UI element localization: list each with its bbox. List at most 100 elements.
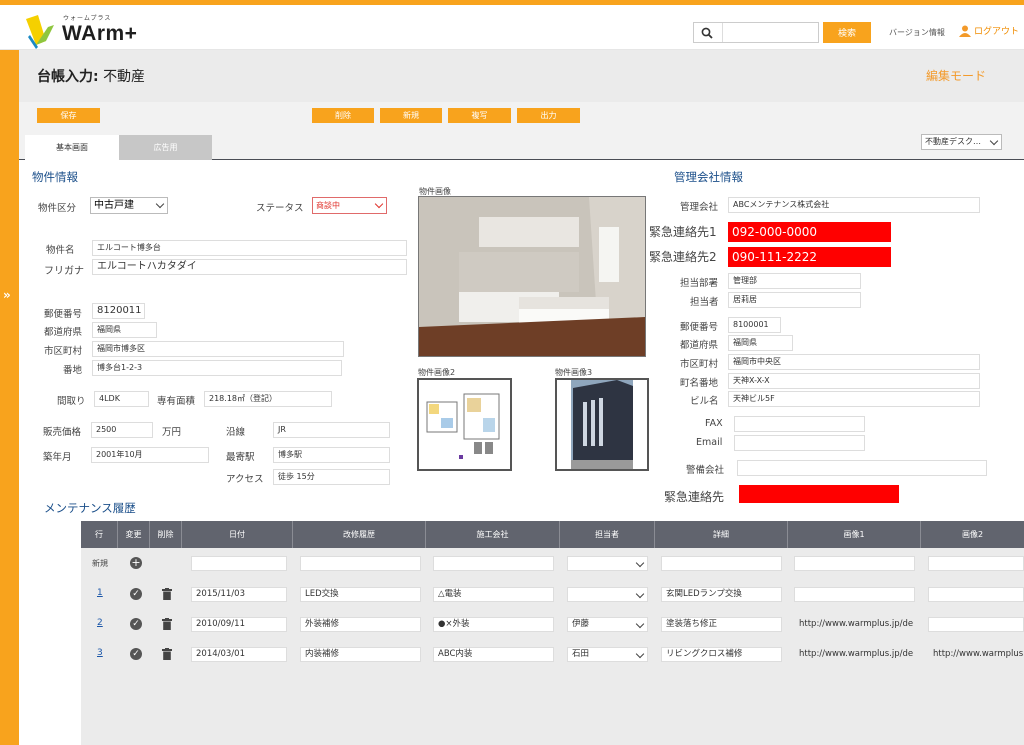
action-toolbar: 保存 削除 新規 複写 出力 xyxy=(19,102,1024,130)
row-person-select[interactable]: 石田 xyxy=(567,647,648,662)
madori-input[interactable]: 4LDK xyxy=(94,391,149,407)
emergency1-input[interactable]: 092-000-0000 xyxy=(728,222,891,242)
access-input[interactable]: 徒歩 15分 xyxy=(273,469,390,485)
check-icon[interactable]: ✓ xyxy=(130,588,142,600)
row-company[interactable]: ●×外装 xyxy=(433,617,554,632)
col-person[interactable]: 担当者 xyxy=(560,521,655,548)
row-work[interactable]: LED交換 xyxy=(300,587,421,602)
row-date[interactable]: 2015/11/03 xyxy=(191,587,287,602)
email-input[interactable] xyxy=(734,435,865,451)
mgmt-pref-input[interactable]: 福岡県 xyxy=(728,335,793,351)
search-button[interactable]: 検索 xyxy=(823,22,871,43)
trash-icon[interactable] xyxy=(162,588,172,600)
version-link[interactable]: バージョン情報 xyxy=(889,27,945,38)
row-detail[interactable]: 玄関LEDランプ交換 xyxy=(661,587,782,602)
delete-button[interactable]: 削除 xyxy=(312,108,374,123)
new-detail-input[interactable] xyxy=(661,556,782,571)
edit-mode-label: 編集モード xyxy=(925,69,986,83)
row-person-select[interactable] xyxy=(567,587,648,602)
user-icon xyxy=(959,25,971,37)
zip-input[interactable]: 8120011 xyxy=(92,303,145,319)
col-detail[interactable]: 詳細 xyxy=(655,521,788,548)
row-image2[interactable] xyxy=(928,587,1024,602)
check-icon[interactable]: ✓ xyxy=(130,618,142,630)
row-link[interactable]: 3 xyxy=(97,648,103,658)
row-image2[interactable]: http://www.warmplus xyxy=(928,647,1024,662)
emergency-input[interactable] xyxy=(739,485,899,503)
person-input[interactable]: 居莉居 xyxy=(728,292,861,308)
new-date-input[interactable] xyxy=(191,556,287,571)
check-icon[interactable]: ✓ xyxy=(130,648,142,660)
col-row[interactable]: 行 xyxy=(81,521,118,548)
col-delete[interactable]: 削除 xyxy=(150,521,182,548)
search-input[interactable] xyxy=(722,23,818,42)
tab-ad[interactable]: 広告用 xyxy=(119,135,212,160)
app-logo[interactable]: ウォームプラス WArm+ xyxy=(24,13,139,51)
property-section-title: 物件情報 xyxy=(32,170,78,184)
row-detail[interactable]: リビングクロス補修 xyxy=(661,647,782,662)
bldg-input[interactable]: 天神ビル5F xyxy=(728,391,980,407)
mgmt-city-input[interactable]: 福岡市中央区 xyxy=(728,354,980,370)
mgmt-zip-input[interactable]: 8100001 xyxy=(728,317,781,333)
new-company-input[interactable] xyxy=(433,556,554,571)
chevron-down-icon xyxy=(635,558,645,568)
status-select[interactable]: 商談中 xyxy=(312,197,387,214)
fax-input[interactable] xyxy=(734,416,865,432)
row-person-select[interactable]: 伊藤 xyxy=(567,617,648,632)
year-input[interactable]: 2001年10月 xyxy=(91,447,209,463)
trash-icon[interactable] xyxy=(162,648,172,660)
row-image1[interactable]: http://www.warmplus.jp/de xyxy=(794,617,915,632)
property-photo-2[interactable] xyxy=(417,378,512,471)
pref-input[interactable]: 福岡県 xyxy=(92,322,157,338)
col-work[interactable]: 改修履歴 xyxy=(293,521,426,548)
row-link[interactable]: 2 xyxy=(97,618,103,628)
kana-input[interactable]: エルコートハカタダイ xyxy=(92,259,407,275)
col-image1[interactable]: 画像1 xyxy=(788,521,921,548)
add-row-icon[interactable]: + xyxy=(130,557,142,569)
kubun-select[interactable]: 中古戸建 xyxy=(90,197,168,214)
row-work[interactable]: 外装補修 xyxy=(300,617,421,632)
station-input[interactable]: 博多駅 xyxy=(273,447,390,463)
row-image1[interactable]: http://www.warmplus.jp/de xyxy=(794,647,915,662)
expand-sidebar-icon[interactable]: » xyxy=(3,288,11,302)
copy-button[interactable]: 複写 xyxy=(448,108,511,123)
col-image2[interactable]: 画像2 xyxy=(921,521,1024,548)
col-company[interactable]: 施工会社 xyxy=(426,521,560,548)
row-company[interactable]: △電装 xyxy=(433,587,554,602)
row-work[interactable]: 内装補修 xyxy=(300,647,421,662)
security-input[interactable] xyxy=(737,460,987,476)
emergency2-label: 緊急連絡先2 xyxy=(649,250,717,264)
price-input[interactable]: 2500 xyxy=(91,422,153,438)
trash-icon[interactable] xyxy=(162,618,172,630)
property-photo-3[interactable] xyxy=(555,378,649,471)
row-date[interactable]: 2014/03/01 xyxy=(191,647,287,662)
mgmt-company-input[interactable]: ABCメンテナンス株式会社 xyxy=(728,197,980,213)
desk-select[interactable]: 不動産デスク… xyxy=(921,134,1002,150)
dept-input[interactable]: 管理部 xyxy=(728,273,861,289)
new-work-input[interactable] xyxy=(300,556,421,571)
area-input[interactable]: 218.18㎡（登記） xyxy=(204,391,332,407)
row-image1[interactable] xyxy=(794,587,915,602)
output-button[interactable]: 出力 xyxy=(517,108,580,123)
save-button[interactable]: 保存 xyxy=(37,108,100,123)
col-edit[interactable]: 変更 xyxy=(118,521,150,548)
town-input[interactable]: 天神X-X-X xyxy=(728,373,980,389)
city-input[interactable]: 福岡市博多区 xyxy=(92,341,344,357)
new-button[interactable]: 新規 xyxy=(380,108,442,123)
col-date[interactable]: 日付 xyxy=(182,521,293,548)
property-photo-main[interactable] xyxy=(418,196,646,357)
name-input[interactable]: エルコート博多台 xyxy=(92,240,407,256)
logout-link[interactable]: ログアウト xyxy=(959,24,1019,37)
new-image2-input[interactable] xyxy=(928,556,1024,571)
row-detail[interactable]: 塗装落ち修正 xyxy=(661,617,782,632)
line-input[interactable]: JR xyxy=(273,422,390,438)
emergency2-input[interactable]: 090-111-2222 xyxy=(728,247,891,267)
new-image1-input[interactable] xyxy=(794,556,915,571)
row-company[interactable]: ABC内装 xyxy=(433,647,554,662)
row-image2[interactable] xyxy=(928,617,1024,632)
banchi-input[interactable]: 博多台1-2-3 xyxy=(92,360,342,376)
new-person-select[interactable] xyxy=(567,556,648,571)
row-link[interactable]: 1 xyxy=(97,588,103,598)
tab-basic[interactable]: 基本画面 xyxy=(25,135,119,160)
row-date[interactable]: 2010/09/11 xyxy=(191,617,287,632)
